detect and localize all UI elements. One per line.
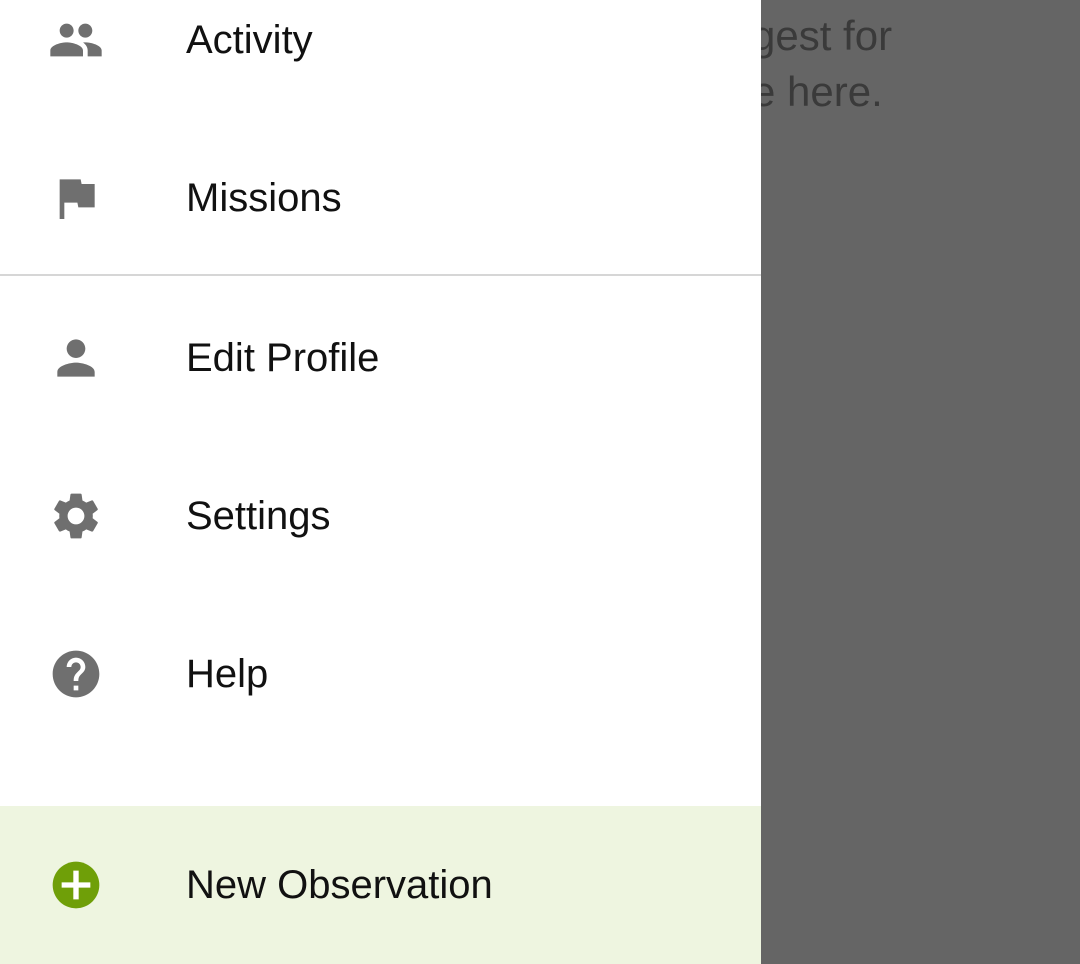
new-observation-button[interactable]: New Observation [0,806,761,964]
help-icon [48,646,104,702]
drawer-item-settings-label: Settings [186,493,331,538]
background-content: gest for e here. [752,8,1062,120]
drawer-item-activity[interactable]: Activity [0,0,761,98]
people-icon [48,12,104,68]
new-observation-label: New Observation [186,862,493,907]
drawer-item-missions-label: Missions [186,175,342,220]
drawer-item-help[interactable]: Help [0,616,761,732]
drawer-item-settings[interactable]: Settings [0,458,761,574]
drawer-divider [0,274,761,276]
person-icon [48,330,104,386]
add-circle-icon [48,857,104,913]
drawer-item-help-label: Help [186,651,269,696]
drawer-item-missions[interactable]: Missions [0,140,761,256]
drawer-item-activity-label: Activity [186,17,313,62]
drawer-item-edit-profile-label: Edit Profile [186,335,380,380]
background-text-line-1: gest for [752,12,893,59]
gear-icon [48,488,104,544]
background-text-line-2: e here. [752,68,883,115]
flag-icon [48,170,104,226]
navigation-drawer: Activity Missions Edit Profile Settings [0,0,761,964]
drawer-item-edit-profile[interactable]: Edit Profile [0,300,761,416]
